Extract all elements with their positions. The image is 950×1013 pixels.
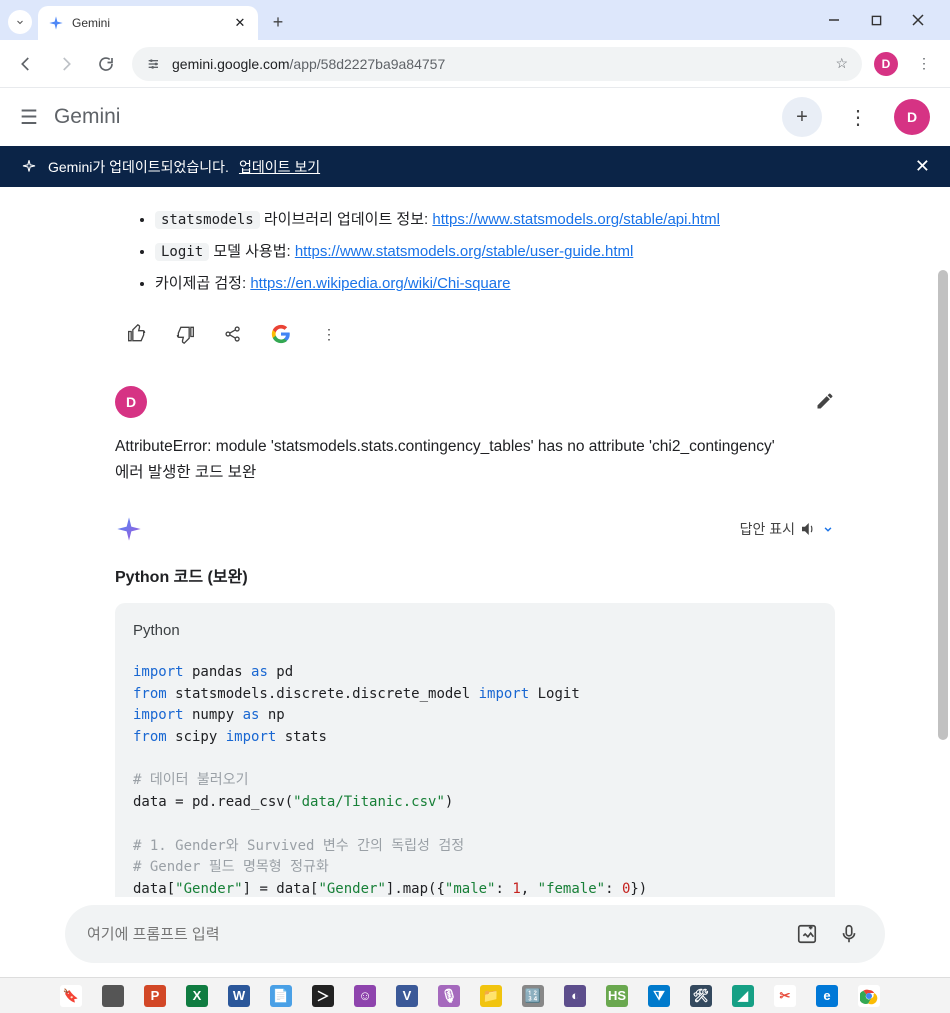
window-titlebar: Gemini ✕ + (0, 0, 950, 40)
user-avatar-icon: D (115, 386, 147, 418)
taskbar-excel-icon[interactable]: X (186, 985, 208, 1007)
google-search-button[interactable] (269, 322, 293, 346)
taskbar-app-icon[interactable]: V (396, 985, 418, 1007)
code-language-label: Python (133, 619, 817, 642)
taskbar-notepad-icon[interactable]: 📄 (270, 985, 292, 1007)
taskbar-app-icon[interactable]: 🔖 (60, 985, 82, 1007)
window-maximize-button[interactable] (864, 8, 888, 32)
chevron-down-icon (14, 16, 26, 28)
prompt-input[interactable] (87, 926, 779, 943)
sparkle-icon (20, 158, 38, 176)
message-actions: ⋮ (115, 306, 835, 366)
reference-link[interactable]: https://en.wikipedia.org/wiki/Chi-square (250, 275, 510, 292)
thumbs-down-button[interactable] (173, 322, 197, 346)
mic-button[interactable] (835, 920, 863, 948)
browser-toolbar: gemini.google.com/app/58d2227ba9a84757 ☆… (0, 40, 950, 88)
code-chip: statsmodels (155, 211, 260, 229)
more-actions-button[interactable]: ⋮ (317, 322, 341, 346)
update-banner: Gemini가 업데이트되었습니다. 업데이트 보기 ✕ (0, 146, 950, 187)
taskbar-app-icon[interactable]: ☺ (354, 985, 376, 1007)
bookmark-button[interactable]: ☆ (835, 55, 848, 72)
gemini-favicon-icon (48, 15, 64, 31)
taskbar-edge-icon[interactable]: e (816, 985, 838, 1007)
conversation-scroll[interactable]: statsmodels 라이브러리 업데이트 정보: https://www.s… (0, 187, 950, 978)
prompt-input-area (0, 897, 950, 977)
show-answers-button[interactable]: 답안 표시 (740, 519, 835, 539)
share-button[interactable] (221, 322, 245, 346)
menu-button[interactable]: ☰ (20, 105, 38, 130)
reference-item: statsmodels 라이브러리 업데이트 정보: https://www.s… (155, 207, 835, 233)
user-message-text: AttributeError: module 'statsmodels.stat… (115, 434, 835, 487)
user-avatar-button[interactable]: D (894, 99, 930, 135)
taskbar-powerpoint-icon[interactable]: P (144, 985, 166, 1007)
new-tab-button[interactable]: + (264, 8, 292, 36)
response-section-title: Python 코드 (보완) (115, 563, 835, 587)
taskbar-chrome-icon[interactable] (858, 985, 880, 1007)
reference-list: statsmodels 라이브러리 업데이트 정보: https://www.s… (115, 207, 835, 296)
reference-item: Logit 모델 사용법: https://www.statsmodels.or… (155, 239, 835, 265)
taskbar-app-icon[interactable]: HS (606, 985, 628, 1007)
taskbar-eclipse-icon[interactable]: ◐ (564, 985, 586, 1007)
address-bar[interactable]: gemini.google.com/app/58d2227ba9a84757 ☆ (132, 47, 862, 81)
banner-close-button[interactable]: ✕ (915, 156, 930, 177)
ai-message: 답안 표시 Python 코드 (보완) Python import panda… (115, 515, 835, 960)
taskbar-app-icon[interactable]: 🛠 (690, 985, 712, 1007)
window-minimize-button[interactable] (822, 8, 846, 32)
browser-tab[interactable]: Gemini ✕ (38, 6, 258, 40)
volume-icon (799, 520, 817, 538)
windows-taskbar: 🔖 P X W 📄 ＞ ☺ V 🎙 📁 🔢 ◐ HS ⧩ 🛠 ◢ ✂ e (0, 977, 950, 1013)
banner-link[interactable]: 업데이트 보기 (239, 157, 320, 177)
browser-profile-button[interactable]: D (874, 52, 898, 76)
app-menu-button[interactable]: ⋮ (838, 97, 878, 137)
new-chat-button[interactable]: + (782, 97, 822, 137)
url-text: gemini.google.com/app/58d2227ba9a84757 (172, 56, 825, 72)
upload-image-button[interactable] (793, 920, 821, 948)
scrollbar-thumb[interactable] (938, 270, 948, 740)
browser-menu-button[interactable]: ⋮ (910, 50, 938, 78)
tab-close-button[interactable]: ✕ (232, 15, 248, 31)
reload-button[interactable] (92, 50, 120, 78)
forward-button[interactable] (52, 50, 80, 78)
window-close-button[interactable] (906, 8, 930, 32)
taskbar-vscode-icon[interactable]: ⧩ (648, 985, 670, 1007)
reference-item: 카이제곱 검정: https://en.wikipedia.org/wiki/C… (155, 271, 835, 297)
thumbs-up-button[interactable] (125, 322, 149, 346)
taskbar-app-icon[interactable]: ✂ (774, 985, 796, 1007)
taskbar-terminal-icon[interactable]: ＞ (312, 985, 334, 1007)
tab-title: Gemini (72, 16, 224, 30)
taskbar-app-icon[interactable]: 🎙 (438, 985, 460, 1007)
code-chip: Logit (155, 243, 209, 261)
gemini-spark-icon (115, 515, 143, 543)
taskbar-word-icon[interactable]: W (228, 985, 250, 1007)
taskbar-explorer-icon[interactable]: 📁 (480, 985, 502, 1007)
banner-text: Gemini가 업데이트되었습니다. (48, 157, 229, 177)
reference-link[interactable]: https://www.statsmodels.org/stable/api.h… (432, 211, 720, 228)
back-button[interactable] (12, 50, 40, 78)
edit-message-button[interactable] (815, 391, 835, 414)
chevron-down-icon (821, 522, 835, 536)
app-title: Gemini (54, 105, 121, 129)
taskbar-calculator-icon[interactable]: 🔢 (522, 985, 544, 1007)
app-header: ☰ Gemini + ⋮ D (0, 88, 950, 146)
user-message: D AttributeError: module 'statsmodels.st… (115, 386, 835, 487)
taskbar-app-icon[interactable] (102, 985, 124, 1007)
reference-link[interactable]: https://www.statsmodels.org/stable/user-… (295, 243, 633, 260)
site-settings-icon (146, 56, 162, 72)
tab-search-button[interactable] (8, 10, 32, 34)
taskbar-app-icon[interactable]: ◢ (732, 985, 754, 1007)
